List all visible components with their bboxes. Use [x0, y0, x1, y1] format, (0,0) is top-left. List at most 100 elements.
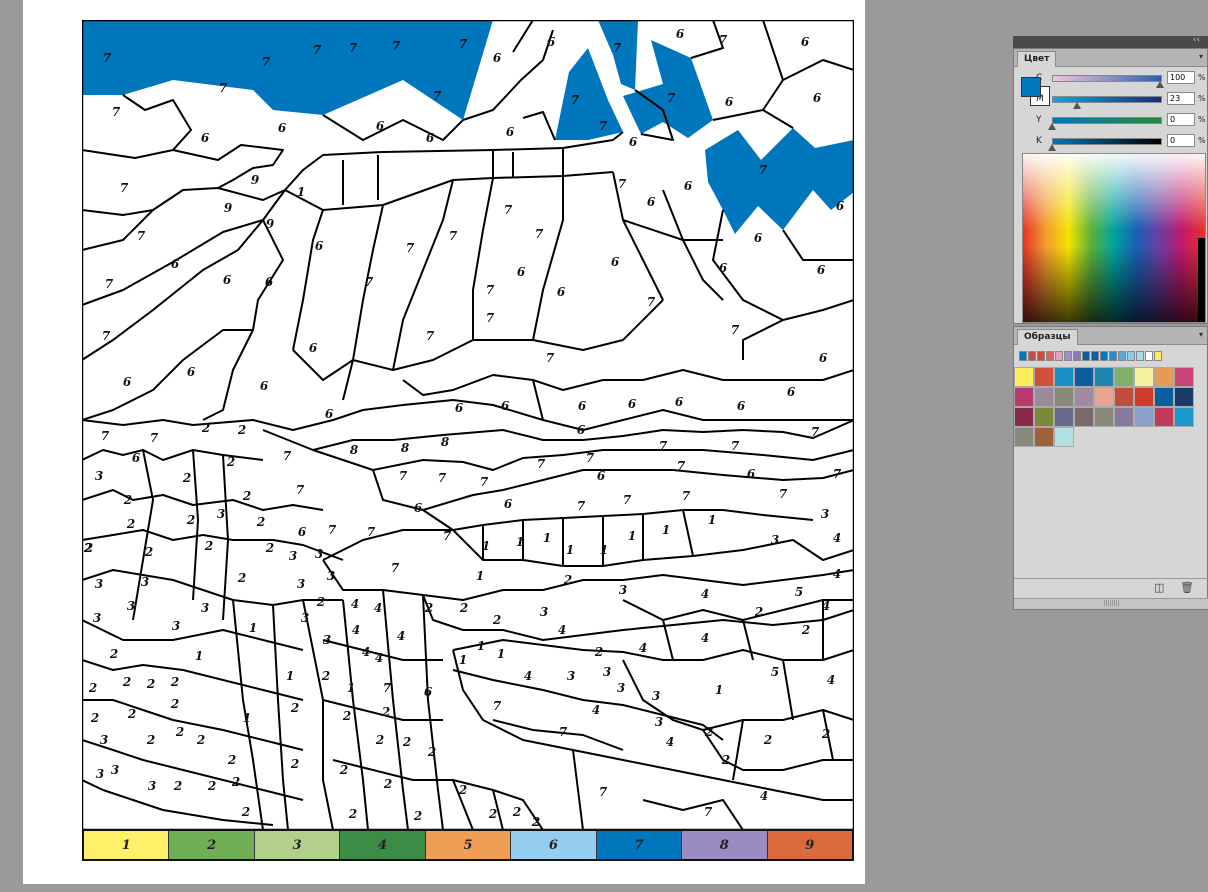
swatch[interactable] [1094, 367, 1114, 387]
recent-swatch[interactable] [1127, 351, 1135, 361]
recent-swatch[interactable] [1100, 351, 1108, 361]
channel-slider-track[interactable] [1052, 75, 1162, 82]
recent-swatch[interactable] [1064, 351, 1072, 361]
recent-swatch[interactable] [1109, 351, 1117, 361]
channel-slider-track[interactable] [1052, 138, 1162, 145]
channel-value-input[interactable] [1167, 71, 1195, 84]
region-number: 6 [557, 285, 566, 299]
recent-swatch[interactable] [1145, 351, 1153, 361]
trash-icon[interactable]: 🗑 [1180, 581, 1194, 594]
region-number: 3 [652, 689, 660, 703]
swatch[interactable] [1054, 387, 1074, 407]
swatch[interactable] [1114, 367, 1134, 387]
panel-menu-icon[interactable]: ▾ [1199, 52, 1203, 61]
recent-swatch[interactable] [1019, 351, 1027, 361]
region-number: 6 [278, 121, 287, 135]
panel-menu-icon[interactable]: ▾ [1199, 330, 1203, 339]
channel-value-input[interactable] [1167, 134, 1195, 147]
tab-swatches[interactable]: Образцы [1017, 329, 1078, 345]
region-number: 4 [701, 587, 709, 601]
swatch[interactable] [1094, 387, 1114, 407]
swatch[interactable] [1174, 367, 1194, 387]
region-number: 1 [566, 543, 574, 557]
channel-slider-track[interactable] [1052, 117, 1162, 124]
region-number: 7 [449, 229, 458, 243]
document-canvas[interactable]: 7 7 7 7 7 7 7 7 6 6 7 6 7 6 7 7 7 6 6 7 6 6 6 6 6 6 7 6 7 9 1 9 9 7 6 6 6 7 6 6… [23, 0, 865, 884]
recent-swatch[interactable] [1136, 351, 1144, 361]
swatch[interactable] [1134, 387, 1154, 407]
swatch[interactable] [1014, 387, 1034, 407]
swatch[interactable] [1054, 407, 1074, 427]
collapse-panels-icon[interactable]: ‹‹ [1193, 35, 1200, 45]
swatch[interactable] [1034, 367, 1054, 387]
region-number: 2 [339, 763, 348, 777]
region-number: 7 [367, 525, 376, 539]
swatch[interactable] [1134, 407, 1154, 427]
slider-thumb[interactable] [1156, 81, 1164, 88]
color-spectrum-ramp[interactable] [1022, 153, 1206, 323]
recent-swatch[interactable] [1082, 351, 1090, 361]
foreground-color-chip[interactable] [1021, 77, 1041, 97]
region-number: 7 [493, 699, 502, 713]
region-number: 1 [497, 647, 505, 661]
tab-color[interactable]: Цвет [1017, 51, 1057, 67]
swatch[interactable] [1014, 427, 1034, 447]
swatch[interactable] [1094, 407, 1114, 427]
swatch[interactable] [1054, 367, 1074, 387]
channel-value-input[interactable] [1167, 113, 1195, 126]
black-swatch[interactable] [1198, 238, 1205, 322]
channel-label: Y [1036, 115, 1042, 125]
swatch[interactable] [1034, 427, 1054, 447]
swatch[interactable] [1154, 387, 1174, 407]
region-number: 4 [666, 735, 674, 749]
panel-dock-header[interactable]: ‹‹ [1013, 35, 1208, 48]
slider-thumb[interactable] [1048, 123, 1056, 130]
region-number: 2 [227, 753, 236, 767]
new-swatch-icon[interactable]: ◫ [1154, 581, 1164, 594]
swatch[interactable] [1154, 407, 1174, 427]
region-number: 2 [801, 623, 810, 637]
swatch[interactable] [1074, 407, 1094, 427]
swatch[interactable] [1154, 367, 1174, 387]
channel-slider-track[interactable] [1052, 96, 1162, 103]
swatch[interactable] [1074, 387, 1094, 407]
swatch[interactable] [1034, 387, 1054, 407]
slider-thumb[interactable] [1048, 144, 1056, 151]
region-number: 7 [486, 311, 495, 325]
recent-swatch[interactable] [1154, 351, 1162, 361]
region-number: 3 [301, 611, 309, 625]
region-number: 1 [662, 523, 670, 537]
swatch[interactable] [1174, 387, 1194, 407]
region-number: 1 [243, 711, 251, 725]
recent-swatch[interactable] [1073, 351, 1081, 361]
swatch[interactable] [1054, 427, 1074, 447]
recent-swatch[interactable] [1028, 351, 1036, 361]
swatch[interactable] [1014, 407, 1034, 427]
channel-value-input[interactable] [1167, 92, 1195, 105]
artwork-svg[interactable]: 7 7 7 7 7 7 7 7 6 6 7 6 7 6 7 7 7 6 6 7 6 6 6 6 6 6 7 6 7 9 1 9 9 7 6 6 6 7 6 6… [82, 20, 854, 830]
slider-thumb[interactable] [1072, 102, 1081, 109]
swatch[interactable] [1114, 387, 1134, 407]
swatch[interactable] [1074, 367, 1094, 387]
swatch[interactable] [1014, 367, 1034, 387]
percent-label: % [1198, 94, 1206, 103]
recent-swatch[interactable] [1091, 351, 1099, 361]
swatch[interactable] [1174, 407, 1194, 427]
region-number: 6 [424, 685, 433, 699]
region-number: 6 [836, 199, 845, 213]
recent-swatch[interactable] [1037, 351, 1045, 361]
region-number: 6 [201, 131, 210, 145]
region-number: 6 [187, 365, 196, 379]
region-number: 2 [290, 701, 299, 715]
coloring-artwork[interactable]: 7 7 7 7 7 7 7 7 6 6 7 6 7 6 7 7 7 6 6 7 6 6 6 6 6 6 7 6 7 9 1 9 9 7 6 6 6 7 6 6… [82, 20, 854, 860]
recent-swatch[interactable] [1055, 351, 1063, 361]
recent-swatch[interactable] [1046, 351, 1054, 361]
region-number: 4 [375, 651, 383, 665]
swatch[interactable] [1114, 407, 1134, 427]
region-number: 6 [628, 397, 637, 411]
recent-swatch[interactable] [1118, 351, 1126, 361]
swatch[interactable] [1134, 367, 1154, 387]
swatch[interactable] [1034, 407, 1054, 427]
panel-resize-grip[interactable]: |||||||| [1014, 598, 1208, 609]
filled-regions [82, 20, 854, 234]
